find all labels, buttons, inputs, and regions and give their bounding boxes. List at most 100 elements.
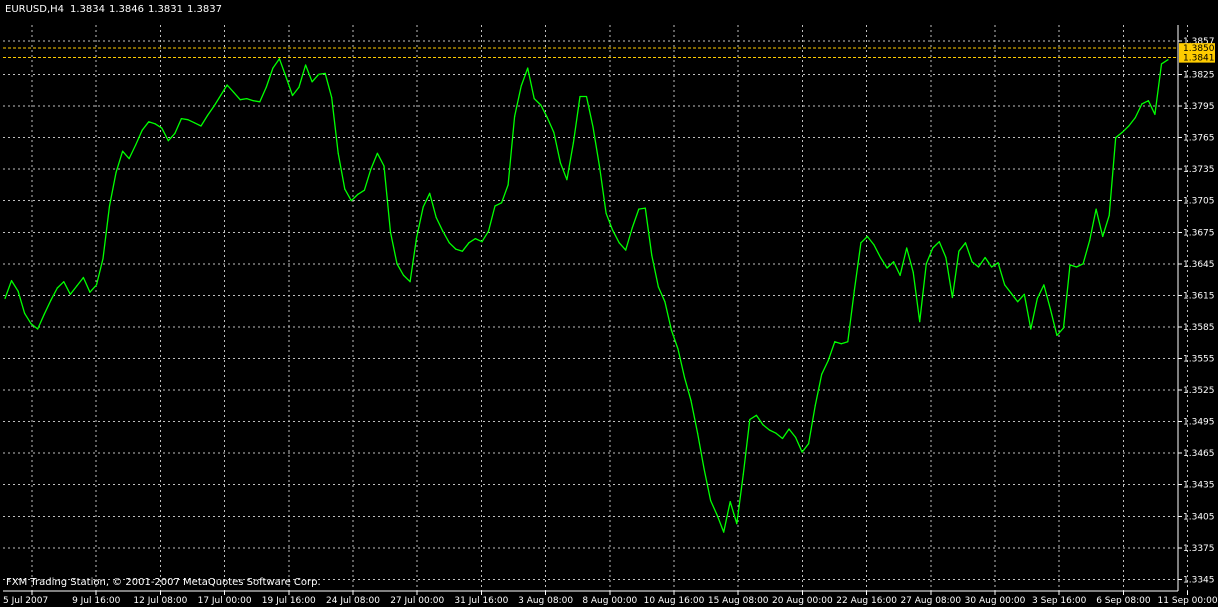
data-point xyxy=(1030,328,1032,330)
data-point xyxy=(1102,235,1104,238)
data-point xyxy=(1023,293,1025,295)
data-point xyxy=(402,274,405,276)
x-tick-label: 24 Jul 08:00 xyxy=(326,596,380,606)
data-point xyxy=(1108,214,1110,217)
data-point xyxy=(696,432,699,434)
close-value: 1.3837 xyxy=(187,4,223,15)
data-point xyxy=(272,67,274,69)
data-point xyxy=(801,451,803,453)
data-point xyxy=(4,297,6,300)
data-point xyxy=(1128,125,1130,127)
data-point xyxy=(167,140,169,142)
data-point xyxy=(892,261,895,263)
data-point xyxy=(239,99,241,101)
data-point xyxy=(749,418,751,421)
axes xyxy=(3,25,1189,595)
data-point xyxy=(1160,63,1163,65)
data-point xyxy=(1043,284,1045,286)
data-point xyxy=(808,443,810,445)
x-tick-label: 22 Aug 16:00 xyxy=(836,596,897,606)
price-chart[interactable]: 1.3345 1.3375 1.3405 1.3435 1.3465 1.3495 1.35… xyxy=(0,0,1218,607)
data-point xyxy=(1154,113,1156,116)
data-point xyxy=(1115,136,1117,139)
y-tick-label: 1.3765 xyxy=(1183,134,1215,144)
data-point xyxy=(135,144,137,146)
data-point xyxy=(461,250,463,252)
data-point xyxy=(527,67,529,69)
data-point xyxy=(128,158,130,160)
data-point xyxy=(977,266,980,268)
y-tick-label: 1.3645 xyxy=(1183,260,1215,270)
open-value: 1.3834 xyxy=(70,4,106,15)
data-point xyxy=(357,193,359,195)
data-point xyxy=(481,241,483,243)
data-point xyxy=(625,249,627,251)
data-point xyxy=(278,58,281,60)
data-point xyxy=(592,126,594,128)
x-tick-label: 12 Jul 08:00 xyxy=(133,596,187,606)
data-point xyxy=(396,263,398,265)
data-point xyxy=(664,301,666,303)
data-point xyxy=(95,284,98,286)
data-point xyxy=(736,523,738,525)
data-point xyxy=(703,468,705,470)
data-point xyxy=(265,86,267,88)
data-point xyxy=(540,104,542,106)
data-point xyxy=(964,242,967,244)
data-point xyxy=(1062,327,1065,329)
data-point xyxy=(213,105,215,107)
data-point xyxy=(755,414,757,416)
data-point xyxy=(775,432,777,434)
data-point xyxy=(971,261,973,263)
data-point xyxy=(233,91,235,93)
data-point xyxy=(383,165,385,167)
data-point xyxy=(494,205,496,207)
data-point xyxy=(794,436,797,439)
data-point xyxy=(318,73,320,76)
ohlc-values: 1.3834 1.3846 1.3831 1.3837 xyxy=(70,4,226,15)
data-point xyxy=(304,64,307,66)
data-point xyxy=(76,285,78,287)
data-point xyxy=(612,229,614,231)
data-point xyxy=(291,94,294,97)
x-tick-label: 27 Aug 08:00 xyxy=(900,596,961,606)
data-point xyxy=(984,256,986,259)
y-tick-label: 1.3345 xyxy=(1183,575,1215,585)
data-point xyxy=(174,132,176,134)
data-point xyxy=(344,188,346,190)
data-point xyxy=(710,499,712,502)
chart-window[interactable]: 1.3345 1.3375 1.3405 1.3435 1.3465 1.3495 1.35… xyxy=(0,0,1218,607)
data-point xyxy=(1141,103,1143,105)
data-point xyxy=(572,142,575,144)
grid-lines xyxy=(3,25,1189,591)
x-tick-label: 9 Jul 16:00 xyxy=(72,596,121,606)
data-point xyxy=(350,200,352,202)
y-tick-label: 1.3495 xyxy=(1183,418,1215,428)
y-tick-label: 1.3375 xyxy=(1183,544,1215,554)
data-point xyxy=(122,150,124,152)
data-point xyxy=(579,95,581,98)
data-point xyxy=(1017,301,1019,303)
data-point xyxy=(187,119,189,121)
y-tick-label: 1.3735 xyxy=(1183,165,1215,175)
x-tick-label: 27 Jul 00:00 xyxy=(390,596,444,606)
data-point xyxy=(376,152,379,154)
data-point xyxy=(331,96,333,99)
y-tick-label: 1.3465 xyxy=(1183,449,1215,459)
data-point xyxy=(729,500,731,503)
y-tick-label: 1.3585 xyxy=(1183,323,1215,333)
data-point xyxy=(246,98,248,100)
data-point xyxy=(115,171,117,173)
data-point xyxy=(435,216,437,219)
data-point xyxy=(631,227,633,229)
data-point xyxy=(337,152,339,154)
data-point xyxy=(1056,334,1058,336)
data-point xyxy=(788,428,790,430)
data-point xyxy=(821,373,823,375)
data-point xyxy=(860,242,862,244)
data-point xyxy=(840,343,842,345)
data-point xyxy=(919,321,921,323)
x-tick-label: 8 Aug 00:00 xyxy=(582,596,637,606)
data-point xyxy=(1049,308,1051,310)
data-point xyxy=(762,424,764,426)
